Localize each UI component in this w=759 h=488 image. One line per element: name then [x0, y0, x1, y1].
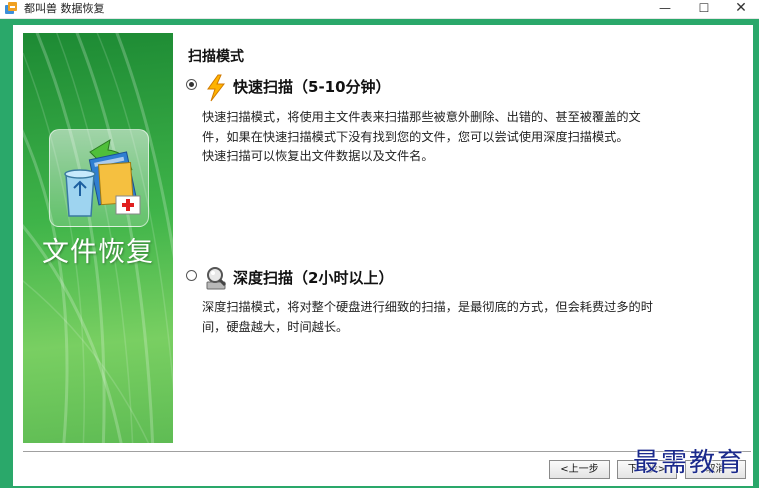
- fast-scan-radio[interactable]: [186, 79, 197, 90]
- watermark: 最需教育: [633, 448, 746, 478]
- minimize-button[interactable]: —: [647, 0, 683, 18]
- fast-scan-description: 快速扫描模式，将使用主文件表来扫描那些被意外删除、出错的、甚至被覆盖的文 件，如…: [202, 108, 727, 167]
- window-title: 都叫兽 数据恢复: [24, 2, 105, 15]
- description-line: 深度扫描模式，将对整个硬盘进行细致的扫描，是最彻底的方式，但会耗费过多的时: [202, 300, 653, 314]
- deep-scan-description: 深度扫描模式，将对整个硬盘进行细致的扫描，是最彻底的方式，但会耗费过多的时 间，…: [202, 298, 727, 337]
- deep-scan-radio[interactable]: [186, 270, 197, 281]
- title-bar: 都叫兽 数据恢复 — ☐ ✕: [0, 0, 759, 19]
- description-line: 件，如果在快速扫描模式下没有找到您的文件，您可以尝试使用深度扫描模式。: [202, 129, 629, 144]
- maximize-button[interactable]: ☐: [686, 0, 722, 18]
- fast-scan-label: 快速扫描（5-10分钟）: [233, 78, 391, 96]
- description-line: 快速扫描可以恢复出文件数据以及文件名。: [202, 149, 434, 163]
- close-button[interactable]: ✕: [723, 0, 759, 18]
- previous-button[interactable]: <上一步: [549, 460, 610, 479]
- radio-selected-dot: [189, 82, 194, 87]
- sidebar-title: 文件恢复: [42, 237, 154, 268]
- wizard-panel: 文件恢复 扫描模式 快速扫描（5-10分钟） 快速扫描模式，将使用主文件表来扫描…: [13, 25, 753, 486]
- sidebar-banner: 文件恢复: [23, 33, 173, 443]
- deep-scan-label: 深度扫描（2小时以上）: [233, 269, 394, 287]
- section-title: 扫描模式: [188, 49, 244, 65]
- app-icon: [5, 2, 17, 14]
- recycle-bin-files-icon: [64, 138, 141, 217]
- lightning-icon: [207, 74, 226, 102]
- file-recovery-logo: [49, 129, 149, 227]
- magnifier-disk-icon: [206, 267, 227, 290]
- description-line: 快速扫描模式，将使用主文件表来扫描那些被意外删除、出错的、甚至被覆盖的文: [202, 110, 641, 124]
- description-line: 间，硬盘越大，时间越长。: [202, 319, 349, 334]
